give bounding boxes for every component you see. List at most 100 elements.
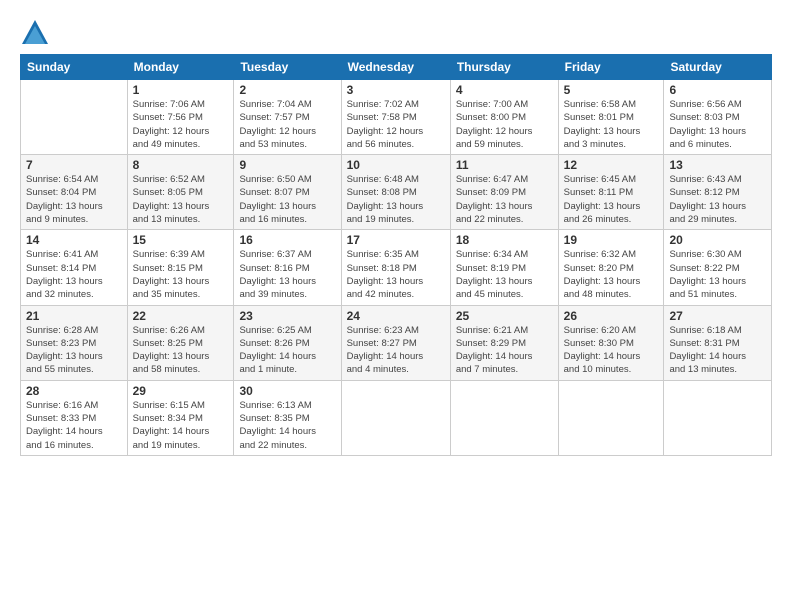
calendar-cell: 23Sunrise: 6:25 AM Sunset: 8:26 PM Dayli… bbox=[234, 305, 341, 380]
calendar-header-tuesday: Tuesday bbox=[234, 55, 341, 80]
calendar-cell: 17Sunrise: 6:35 AM Sunset: 8:18 PM Dayli… bbox=[341, 230, 450, 305]
cell-day-number: 11 bbox=[456, 158, 553, 172]
cell-day-number: 29 bbox=[133, 384, 229, 398]
cell-day-number: 30 bbox=[239, 384, 335, 398]
calendar-week-row: 7Sunrise: 6:54 AM Sunset: 8:04 PM Daylig… bbox=[21, 155, 772, 230]
calendar-cell: 11Sunrise: 6:47 AM Sunset: 8:09 PM Dayli… bbox=[450, 155, 558, 230]
calendar-header-monday: Monday bbox=[127, 55, 234, 80]
cell-day-number: 20 bbox=[669, 233, 766, 247]
cell-day-number: 13 bbox=[669, 158, 766, 172]
cell-day-number: 12 bbox=[564, 158, 659, 172]
calendar-cell: 8Sunrise: 6:52 AM Sunset: 8:05 PM Daylig… bbox=[127, 155, 234, 230]
calendar-header-wednesday: Wednesday bbox=[341, 55, 450, 80]
cell-day-number: 22 bbox=[133, 309, 229, 323]
cell-day-number: 4 bbox=[456, 83, 553, 97]
calendar-cell: 2Sunrise: 7:04 AM Sunset: 7:57 PM Daylig… bbox=[234, 80, 341, 155]
calendar-cell: 4Sunrise: 7:00 AM Sunset: 8:00 PM Daylig… bbox=[450, 80, 558, 155]
calendar-cell bbox=[450, 380, 558, 455]
cell-info: Sunrise: 7:06 AM Sunset: 7:56 PM Dayligh… bbox=[133, 98, 229, 151]
cell-info: Sunrise: 6:32 AM Sunset: 8:20 PM Dayligh… bbox=[564, 248, 659, 301]
cell-info: Sunrise: 6:23 AM Sunset: 8:27 PM Dayligh… bbox=[347, 324, 445, 377]
cell-info: Sunrise: 7:04 AM Sunset: 7:57 PM Dayligh… bbox=[239, 98, 335, 151]
calendar-week-row: 28Sunrise: 6:16 AM Sunset: 8:33 PM Dayli… bbox=[21, 380, 772, 455]
cell-info: Sunrise: 6:20 AM Sunset: 8:30 PM Dayligh… bbox=[564, 324, 659, 377]
cell-day-number: 27 bbox=[669, 309, 766, 323]
calendar-cell: 6Sunrise: 6:56 AM Sunset: 8:03 PM Daylig… bbox=[664, 80, 772, 155]
calendar-cell: 16Sunrise: 6:37 AM Sunset: 8:16 PM Dayli… bbox=[234, 230, 341, 305]
cell-info: Sunrise: 6:43 AM Sunset: 8:12 PM Dayligh… bbox=[669, 173, 766, 226]
cell-day-number: 19 bbox=[564, 233, 659, 247]
cell-day-number: 9 bbox=[239, 158, 335, 172]
cell-day-number: 21 bbox=[26, 309, 122, 323]
cell-day-number: 26 bbox=[564, 309, 659, 323]
calendar-cell bbox=[558, 380, 664, 455]
cell-day-number: 3 bbox=[347, 83, 445, 97]
calendar-header-thursday: Thursday bbox=[450, 55, 558, 80]
cell-info: Sunrise: 6:28 AM Sunset: 8:23 PM Dayligh… bbox=[26, 324, 122, 377]
calendar-cell: 30Sunrise: 6:13 AM Sunset: 8:35 PM Dayli… bbox=[234, 380, 341, 455]
calendar-cell: 12Sunrise: 6:45 AM Sunset: 8:11 PM Dayli… bbox=[558, 155, 664, 230]
cell-day-number: 16 bbox=[239, 233, 335, 247]
cell-info: Sunrise: 6:18 AM Sunset: 8:31 PM Dayligh… bbox=[669, 324, 766, 377]
calendar-header-sunday: Sunday bbox=[21, 55, 128, 80]
cell-info: Sunrise: 6:26 AM Sunset: 8:25 PM Dayligh… bbox=[133, 324, 229, 377]
cell-day-number: 15 bbox=[133, 233, 229, 247]
calendar-cell: 10Sunrise: 6:48 AM Sunset: 8:08 PM Dayli… bbox=[341, 155, 450, 230]
calendar-cell: 1Sunrise: 7:06 AM Sunset: 7:56 PM Daylig… bbox=[127, 80, 234, 155]
calendar-week-row: 14Sunrise: 6:41 AM Sunset: 8:14 PM Dayli… bbox=[21, 230, 772, 305]
cell-info: Sunrise: 6:47 AM Sunset: 8:09 PM Dayligh… bbox=[456, 173, 553, 226]
calendar-cell: 29Sunrise: 6:15 AM Sunset: 8:34 PM Dayli… bbox=[127, 380, 234, 455]
cell-day-number: 5 bbox=[564, 83, 659, 97]
cell-day-number: 25 bbox=[456, 309, 553, 323]
calendar-cell: 15Sunrise: 6:39 AM Sunset: 8:15 PM Dayli… bbox=[127, 230, 234, 305]
cell-day-number: 24 bbox=[347, 309, 445, 323]
cell-info: Sunrise: 6:41 AM Sunset: 8:14 PM Dayligh… bbox=[26, 248, 122, 301]
cell-info: Sunrise: 6:45 AM Sunset: 8:11 PM Dayligh… bbox=[564, 173, 659, 226]
calendar-header-saturday: Saturday bbox=[664, 55, 772, 80]
cell-day-number: 6 bbox=[669, 83, 766, 97]
cell-day-number: 14 bbox=[26, 233, 122, 247]
calendar-cell bbox=[664, 380, 772, 455]
cell-info: Sunrise: 6:37 AM Sunset: 8:16 PM Dayligh… bbox=[239, 248, 335, 301]
cell-info: Sunrise: 7:00 AM Sunset: 8:00 PM Dayligh… bbox=[456, 98, 553, 151]
cell-info: Sunrise: 6:30 AM Sunset: 8:22 PM Dayligh… bbox=[669, 248, 766, 301]
calendar-cell: 25Sunrise: 6:21 AM Sunset: 8:29 PM Dayli… bbox=[450, 305, 558, 380]
cell-info: Sunrise: 6:50 AM Sunset: 8:07 PM Dayligh… bbox=[239, 173, 335, 226]
cell-day-number: 23 bbox=[239, 309, 335, 323]
page: SundayMondayTuesdayWednesdayThursdayFrid… bbox=[0, 0, 792, 612]
calendar-week-row: 21Sunrise: 6:28 AM Sunset: 8:23 PM Dayli… bbox=[21, 305, 772, 380]
cell-info: Sunrise: 6:58 AM Sunset: 8:01 PM Dayligh… bbox=[564, 98, 659, 151]
calendar-cell: 14Sunrise: 6:41 AM Sunset: 8:14 PM Dayli… bbox=[21, 230, 128, 305]
calendar-cell bbox=[341, 380, 450, 455]
calendar-cell: 3Sunrise: 7:02 AM Sunset: 7:58 PM Daylig… bbox=[341, 80, 450, 155]
calendar-cell: 7Sunrise: 6:54 AM Sunset: 8:04 PM Daylig… bbox=[21, 155, 128, 230]
header bbox=[20, 18, 772, 48]
cell-day-number: 18 bbox=[456, 233, 553, 247]
calendar-header-row: SundayMondayTuesdayWednesdayThursdayFrid… bbox=[21, 55, 772, 80]
calendar-cell: 18Sunrise: 6:34 AM Sunset: 8:19 PM Dayli… bbox=[450, 230, 558, 305]
logo bbox=[20, 18, 54, 48]
cell-day-number: 1 bbox=[133, 83, 229, 97]
calendar-cell: 21Sunrise: 6:28 AM Sunset: 8:23 PM Dayli… bbox=[21, 305, 128, 380]
cell-info: Sunrise: 6:15 AM Sunset: 8:34 PM Dayligh… bbox=[133, 399, 229, 452]
calendar-cell: 24Sunrise: 6:23 AM Sunset: 8:27 PM Dayli… bbox=[341, 305, 450, 380]
calendar-cell: 26Sunrise: 6:20 AM Sunset: 8:30 PM Dayli… bbox=[558, 305, 664, 380]
cell-info: Sunrise: 6:25 AM Sunset: 8:26 PM Dayligh… bbox=[239, 324, 335, 377]
cell-day-number: 8 bbox=[133, 158, 229, 172]
calendar-cell: 20Sunrise: 6:30 AM Sunset: 8:22 PM Dayli… bbox=[664, 230, 772, 305]
cell-info: Sunrise: 6:16 AM Sunset: 8:33 PM Dayligh… bbox=[26, 399, 122, 452]
cell-day-number: 2 bbox=[239, 83, 335, 97]
cell-info: Sunrise: 6:52 AM Sunset: 8:05 PM Dayligh… bbox=[133, 173, 229, 226]
cell-day-number: 7 bbox=[26, 158, 122, 172]
calendar-cell: 28Sunrise: 6:16 AM Sunset: 8:33 PM Dayli… bbox=[21, 380, 128, 455]
cell-info: Sunrise: 6:35 AM Sunset: 8:18 PM Dayligh… bbox=[347, 248, 445, 301]
calendar-cell: 5Sunrise: 6:58 AM Sunset: 8:01 PM Daylig… bbox=[558, 80, 664, 155]
cell-info: Sunrise: 6:56 AM Sunset: 8:03 PM Dayligh… bbox=[669, 98, 766, 151]
calendar-cell: 9Sunrise: 6:50 AM Sunset: 8:07 PM Daylig… bbox=[234, 155, 341, 230]
calendar-cell bbox=[21, 80, 128, 155]
cell-day-number: 17 bbox=[347, 233, 445, 247]
cell-day-number: 28 bbox=[26, 384, 122, 398]
logo-icon bbox=[20, 18, 50, 48]
cell-info: Sunrise: 6:13 AM Sunset: 8:35 PM Dayligh… bbox=[239, 399, 335, 452]
cell-info: Sunrise: 6:34 AM Sunset: 8:19 PM Dayligh… bbox=[456, 248, 553, 301]
